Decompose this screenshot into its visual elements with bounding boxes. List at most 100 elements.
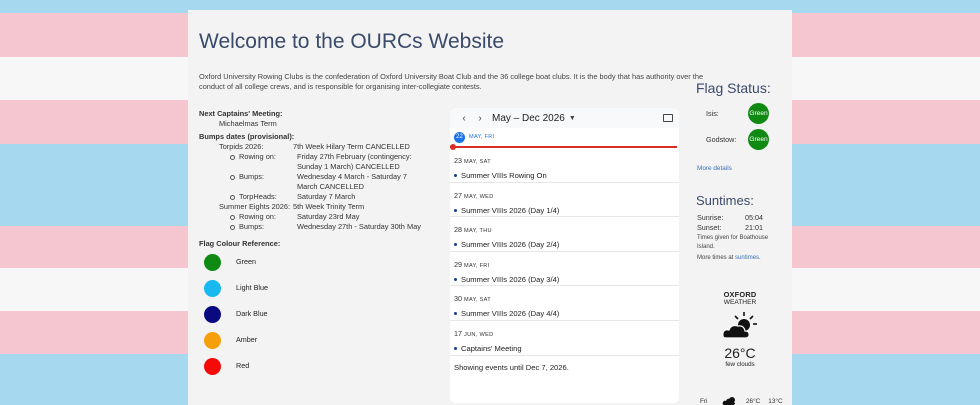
flag-reference-list: Green Light Blue Dark Blue Amber Red: [199, 249, 444, 379]
flag-status-title: Flag Status:: [696, 80, 771, 96]
item-key: TorpHeads:: [239, 192, 277, 201]
weather-city: OXFORD: [723, 290, 757, 299]
event-title: Summer VIIIs 2026 (Day 1/4): [461, 205, 560, 215]
item-key: Bumps:: [239, 222, 265, 231]
today-row: 22 MAY, FRI: [450, 128, 679, 146]
day-header: 28 MAY, THU: [454, 225, 675, 234]
calendar-footer: Showing events until Dec 7, 2026.: [454, 362, 569, 372]
flag-color-name: Amber: [236, 335, 258, 344]
sunset-label: Sunset:: [697, 223, 722, 232]
event-dot-icon: [454, 243, 457, 247]
day-number: 27: [454, 190, 462, 200]
flag-location: Isis:: [706, 109, 719, 118]
item-key: Rowing on:: [239, 212, 276, 221]
weather-label: WEATHER: [723, 299, 757, 306]
item-value: Wednesday 4 March - Saturday 7 March CAN…: [297, 172, 407, 191]
flag-row-isis: Isis: Green: [706, 103, 769, 124]
more-details-link[interactable]: More details: [697, 165, 732, 172]
day-number: 23: [454, 156, 462, 165]
eights-row: Summer Eights 2026: 5th Week Trinity Ter…: [199, 202, 444, 212]
weather-widget: OXFORD WEATHER 26°C few clouds: [712, 290, 768, 368]
forecast-row: Fri 26°C 13°C: [700, 396, 783, 405]
event-title: Captains' Meeting: [461, 343, 522, 353]
calendar-day: 29 MAY, FRI Summer VIIIs 2026 (Day 3/4): [450, 252, 679, 287]
flag-color-swatch: [204, 279, 221, 297]
sunrise-value: 05:04: [745, 213, 763, 222]
cloud-sun-icon: [720, 310, 760, 342]
item-value: Saturday 7 March: [297, 192, 356, 201]
now-indicator: [450, 144, 677, 150]
calendar-event[interactable]: Summer VIIIs 2026 (Day 4/4): [454, 309, 675, 318]
flag-reference-item: Light Blue: [199, 275, 444, 301]
meeting-label: Next Captains' Meeting:: [199, 109, 283, 118]
day-label: MAY, THU: [464, 228, 492, 235]
calendar-day: 30 MAY, SAT Summer VIIIs 2026 (Day 4/4): [450, 286, 679, 321]
flag-location: Godstow:: [706, 135, 737, 144]
day-header: 17 JUN, WED: [454, 329, 675, 338]
calendar-event[interactable]: Summer VIIIs 2026 (Day 3/4): [454, 275, 675, 284]
forecast-high: 26°C: [746, 397, 761, 405]
event-title: Summer VIIIs Rowing On: [461, 171, 547, 180]
calendar-day: 23 MAY, SAT Summer VIIIs Rowing On: [450, 148, 679, 183]
calendar-event[interactable]: Captains' Meeting: [454, 344, 675, 353]
day-number: 28: [454, 225, 462, 235]
eights-name: Summer Eights 2026:: [219, 202, 291, 211]
flag-color-name: Dark Blue: [236, 309, 268, 318]
calendar-range[interactable]: May – Dec 2026: [492, 113, 565, 124]
flag-row-godstow: Godstow: Green: [706, 129, 769, 150]
today-number: 22: [454, 131, 465, 143]
meeting-value: Michaelmas Term: [219, 119, 277, 128]
info-column: Next Captains' Meeting: Michaelmas Term …: [199, 109, 444, 379]
flag-color-name: Green: [236, 257, 256, 266]
calendar-event[interactable]: Summer VIIIs Rowing On: [454, 171, 675, 180]
flag-status-badge: Green: [748, 129, 769, 150]
suntimes-title: Suntimes:: [696, 193, 754, 208]
sunrise-label: Sunrise:: [697, 213, 724, 222]
day-header: 29 MAY, FRI: [454, 260, 675, 269]
list-item: Bumps: Wednesday 27th - Saturday 30th May: [199, 222, 444, 232]
calendar-event[interactable]: Summer VIIIs 2026 (Day 1/4): [454, 206, 675, 215]
flag-color-swatch: [204, 305, 221, 323]
suntimes-note: Times given for Boathouse Island.: [697, 235, 769, 250]
next-icon[interactable]: ›: [472, 113, 488, 124]
day-label: MAY, WED: [464, 193, 494, 200]
day-label: MAY, FRI: [464, 262, 490, 269]
list-item: Rowing on: Friday 27th February (continge…: [199, 152, 444, 172]
flag-status-badge: Green: [748, 103, 769, 124]
prev-icon[interactable]: ‹: [456, 113, 472, 124]
comment-icon[interactable]: [663, 114, 673, 122]
eights-value: 5th Week Trinity Term: [293, 202, 365, 211]
flag-reference-item: Green: [199, 249, 444, 275]
sunset-row: Sunset: 21:01: [697, 223, 763, 232]
list-item: TorpHeads: Saturday 7 March: [199, 192, 444, 202]
suntimes-more: More times at suntimes.: [697, 255, 761, 261]
dropdown-caret-icon[interactable]: ▼: [569, 115, 576, 122]
day-number: 29: [454, 259, 462, 269]
weather-desc: few clouds: [725, 361, 755, 368]
item-value: Wednesday 27th - Saturday 30th May: [297, 222, 421, 231]
sunset-value: 21:01: [745, 223, 763, 232]
day-label: MAY, SAT: [464, 297, 491, 304]
calendar-day: 17 JUN, WED Captains' Meeting: [450, 321, 679, 356]
suntimes-link[interactable]: suntimes.: [735, 255, 761, 261]
list-item: Bumps: Wednesday 4 March - Saturday 7 Mar…: [199, 172, 444, 192]
event-dot-icon: [454, 208, 457, 212]
flag-reference-item: Amber: [199, 327, 444, 353]
calendar-event[interactable]: Summer VIIIs 2026 (Day 2/4): [454, 240, 675, 249]
day-number: 17: [454, 328, 462, 338]
torpids-value: 7th Week Hilary Term CANCELLED: [293, 142, 410, 151]
weather-temp: 26°C: [724, 345, 756, 361]
flag-color-swatch: [204, 331, 221, 349]
event-dot-icon: [454, 346, 457, 350]
calendar-day: 28 MAY, THU Summer VIIIs 2026 (Day 2/4): [450, 217, 679, 252]
day-header: 23 MAY, SAT: [454, 156, 675, 165]
torpids-name: Torpids 2026:: [219, 142, 264, 151]
event-dot-icon: [454, 174, 457, 177]
page-title: Welcome to the OURCs Website: [199, 30, 504, 53]
forecast-low: 13°C: [768, 397, 783, 405]
calendar-widget: ‹ › May – Dec 2026 ▼ 22 MAY, FRI 23 MAY, …: [450, 108, 679, 403]
event-title: Summer VIIIs 2026 (Day 3/4): [461, 274, 560, 284]
item-key: Bumps:: [239, 172, 265, 181]
day-label: MAY, SAT: [464, 159, 491, 165]
item-value: Saturday 23rd May: [297, 212, 360, 221]
